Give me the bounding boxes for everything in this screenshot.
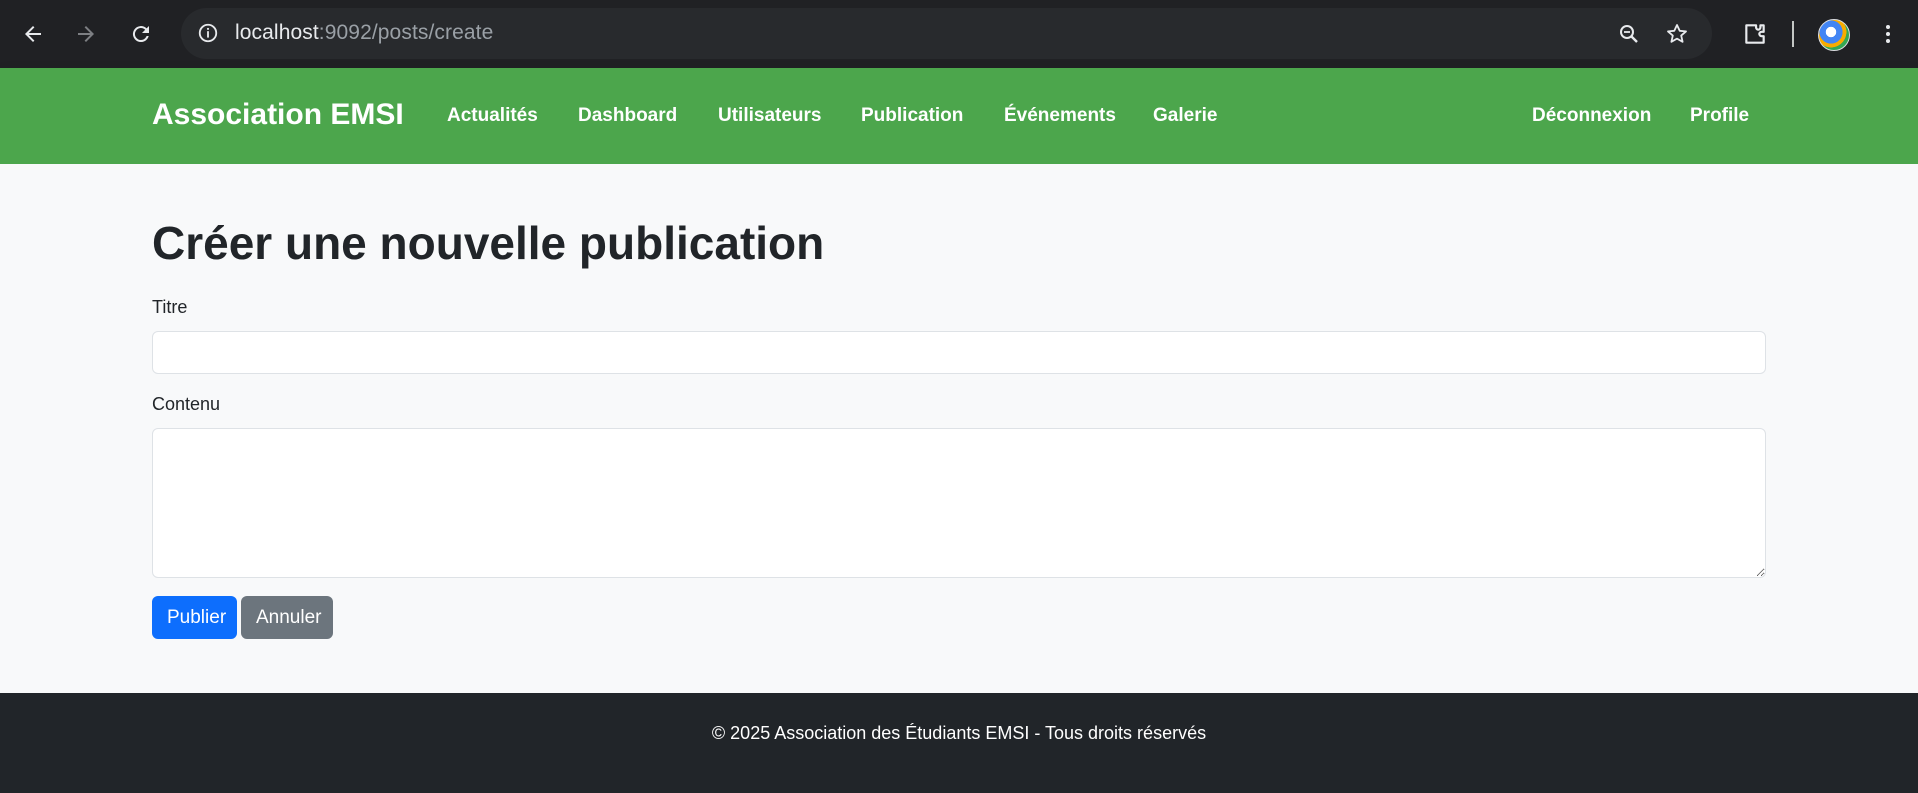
address-bar[interactable]: localhost:9092/posts/create — [181, 8, 1712, 59]
reload-icon[interactable] — [121, 14, 161, 54]
navbar-brand[interactable]: Association EMSI — [152, 98, 404, 132]
nav-link-deconnexion[interactable]: Déconnexion — [1532, 105, 1651, 127]
extensions-icon[interactable] — [1735, 14, 1775, 54]
profile-avatar[interactable] — [1818, 19, 1850, 51]
browser-toolbar: localhost:9092/posts/create — [0, 0, 1918, 68]
zoom-icon[interactable] — [1615, 20, 1643, 48]
contenu-label: Contenu — [152, 394, 221, 414]
page-title: Créer une nouvelle publication — [152, 217, 825, 269]
publier-button[interactable]: Publier — [152, 596, 237, 639]
nav-link-profile[interactable]: Profile — [1690, 105, 1749, 127]
page-footer: © 2025 Association des Étudiants EMSI - … — [0, 693, 1918, 793]
site-info-icon[interactable] — [195, 20, 221, 46]
menu-kebab-icon[interactable] — [1868, 14, 1908, 54]
annuler-button[interactable]: Annuler — [241, 596, 333, 639]
url-path: :9092/posts/create — [318, 21, 494, 44]
bookmark-star-icon[interactable] — [1663, 20, 1691, 48]
nav-link-galerie[interactable]: Galerie — [1153, 105, 1217, 127]
url-host: localhost — [235, 21, 319, 44]
nav-link-publication[interactable]: Publication — [861, 105, 963, 127]
footer-copyright: © 2025 Association des Étudiants EMSI - … — [711, 723, 1207, 743]
app-navbar: Association EMSI Actualités Dashboard Ut… — [0, 68, 1918, 164]
back-icon[interactable] — [13, 14, 53, 54]
titre-input[interactable] — [152, 331, 1766, 374]
main-content: Créer une nouvelle publication Titre Con… — [0, 164, 1918, 693]
url-text[interactable]: localhost:9092/posts/create — [235, 21, 493, 45]
forward-icon[interactable] — [66, 14, 106, 54]
nav-link-dashboard[interactable]: Dashboard — [578, 105, 677, 127]
nav-link-actualites[interactable]: Actualités — [447, 105, 538, 127]
nav-link-evenements[interactable]: Événements — [1004, 105, 1116, 127]
contenu-textarea[interactable] — [152, 428, 1766, 578]
nav-link-utilisateurs[interactable]: Utilisateurs — [718, 105, 821, 127]
titre-label: Titre — [152, 297, 188, 317]
toolbar-separator — [1792, 21, 1794, 47]
